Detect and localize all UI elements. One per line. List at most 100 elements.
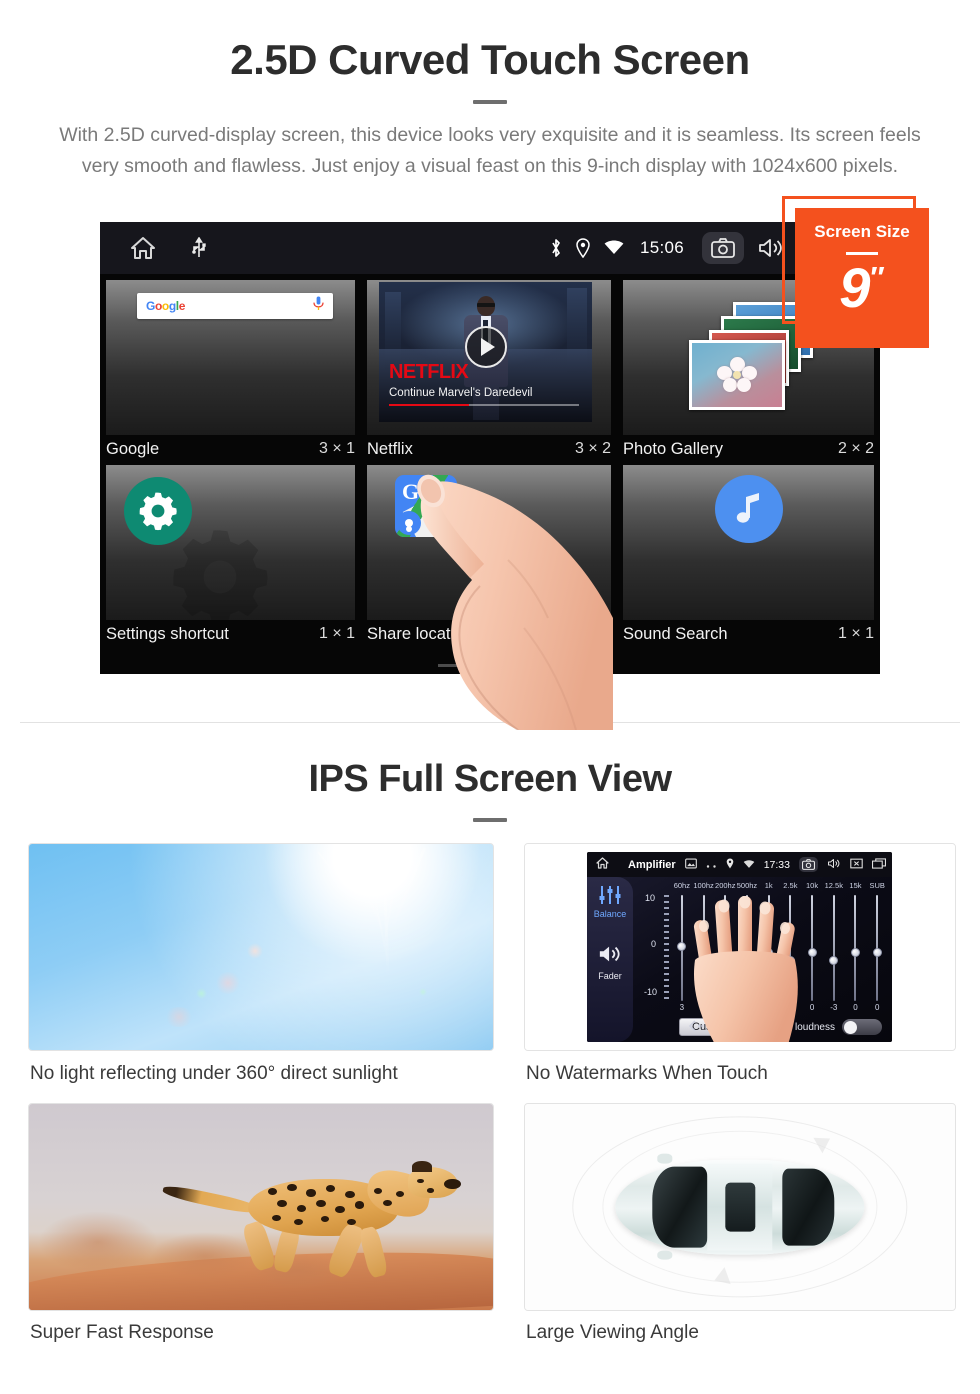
card-cheetah <box>28 1103 494 1311</box>
google-maps-widget-preview: G <box>367 465 611 620</box>
volume-icon[interactable] <box>827 856 841 874</box>
amplifier-equalizer-screenshot: Amplifier 17:33 Balance Fader 60hz 100hz… <box>525 844 955 1050</box>
sunlight-sky-photo <box>29 844 493 1050</box>
widget-size: 3 × 2 <box>574 440 611 457</box>
recent-apps-icon[interactable] <box>871 856 886 874</box>
band-label: 10k <box>806 881 819 890</box>
cheetah-figure <box>161 1160 461 1279</box>
widget-cell-settings-shortcut[interactable]: Settings shortcut 1 × 1 <box>100 465 361 650</box>
page-dot-2[interactable] <box>477 664 503 667</box>
band-label: 200hz <box>715 881 736 890</box>
bluetooth-icon <box>550 238 562 258</box>
status-bar-clock: 15:06 <box>639 238 684 257</box>
mic-icon[interactable] <box>313 296 324 316</box>
settings-gear-icon <box>124 477 192 545</box>
eq-slider-sub[interactable] <box>866 895 888 1001</box>
section-divider <box>20 722 960 723</box>
band-label: 15k <box>849 881 862 890</box>
card-sunlight <box>28 843 494 1051</box>
page-title: 2.5D Curved Touch Screen <box>230 36 750 83</box>
band-label: 60hz <box>673 881 690 890</box>
wifi-icon <box>604 240 624 256</box>
card-caption-amplifier: No Watermarks When Touch <box>526 1063 768 1084</box>
widget-size: 1 × 1 <box>318 625 355 642</box>
screen-size-badge-title: Screen Size <box>814 222 910 241</box>
close-box-icon[interactable] <box>850 856 863 874</box>
home-icon[interactable] <box>596 856 609 874</box>
band-label: SUB <box>869 881 885 890</box>
car-figure <box>615 1153 865 1261</box>
netflix-widget-preview: NETFLIX Continue Marvel's Daredevil <box>367 280 611 435</box>
screen-size-unit: ″ <box>870 261 885 295</box>
band-label: 12.5k <box>824 881 843 890</box>
home-icon[interactable] <box>130 236 156 260</box>
sound-search-widget-preview <box>623 465 874 620</box>
volume-icon[interactable] <box>758 237 784 259</box>
widget-label: Share location <box>367 624 473 643</box>
amplifier-title: Amplifier <box>628 858 676 871</box>
google-logo: Google <box>146 299 185 313</box>
google-maps-icon: G <box>395 475 457 537</box>
touching-hand-illustration <box>683 895 811 1042</box>
eq-slider-12p5k[interactable] <box>823 895 845 1001</box>
google-search-bar[interactable]: Google <box>137 293 333 319</box>
scale-mid: 0 <box>651 939 657 949</box>
card-caption-cheetah: Super Fast Response <box>30 1322 214 1343</box>
band-label: 2.5k <box>783 881 798 890</box>
balance-label[interactable]: Balance <box>587 909 633 919</box>
equalizer-band-labels: 60hz 100hz 200hz 500hz 1k 2.5k 10k 12.5k… <box>671 881 888 893</box>
wifi-icon <box>743 856 755 874</box>
netflix-progress-bar <box>389 403 579 406</box>
amplifier-clock: 17:33 <box>763 858 790 871</box>
scale-top: 10 <box>645 893 656 903</box>
sliders-icon[interactable] <box>599 885 621 910</box>
camera-icon[interactable] <box>798 857 818 872</box>
picture-icon[interactable] <box>684 856 697 874</box>
scale-bottom: -10 <box>644 987 658 997</box>
equalizer-scale: 10 0 -10 <box>644 893 671 1001</box>
widget-label: Photo Gallery <box>623 439 723 458</box>
netflix-continue-text: Continue Marvel's Daredevil <box>389 387 533 399</box>
fader-label[interactable]: Fader <box>587 971 633 981</box>
screen-size-badge: Screen Size 9″ <box>795 208 929 348</box>
camera-icon[interactable] <box>702 232 744 264</box>
amplifier-mode-panel: Balance Fader <box>587 877 633 1042</box>
widget-cell-google[interactable]: Google Google 3 × 1 <box>100 280 361 465</box>
blossom-photo <box>716 357 757 393</box>
card-caption-car: Large Viewing Angle <box>526 1322 699 1343</box>
widget-label: Sound Search <box>623 624 728 643</box>
play-button-icon[interactable] <box>464 326 507 368</box>
card-caption-sunlight: No light reflecting under 360° direct su… <box>30 1063 398 1084</box>
speaker-icon[interactable] <box>598 943 622 970</box>
usb-icon <box>192 237 206 259</box>
eq-slider-15k[interactable] <box>845 895 867 1001</box>
widget-cell-sound-search[interactable]: Sound Search 1 × 1 <box>617 465 880 650</box>
band-label: 500hz <box>736 881 758 890</box>
product-detail-page: 2.5D Curved Touch Screen With 2.5D curve… <box>0 0 980 1394</box>
screen-size-number: 9 <box>839 256 871 319</box>
section2-underline-rule <box>473 818 507 822</box>
netflix-wordmark: NETFLIX <box>389 361 469 383</box>
settings-gear-widget-preview <box>106 465 355 620</box>
title-underline-rule <box>473 100 507 104</box>
card-car <box>524 1103 956 1311</box>
widget-cell-netflix[interactable]: NETFLIX Continue Marvel's Daredevil Netf… <box>361 280 617 465</box>
music-note-icon <box>714 475 783 543</box>
page-indicator[interactable] <box>438 664 542 667</box>
widget-size: 1 × 1 <box>837 625 874 642</box>
widget-size: 3 × 1 <box>318 440 355 457</box>
widget-cell-share-location[interactable]: G Share location 1 × 1 <box>361 465 617 650</box>
page-dot-3-active[interactable] <box>516 664 542 667</box>
widget-size: 1 × 1 <box>574 625 611 642</box>
card-amplifier: Amplifier 17:33 Balance Fader 60hz 100hz… <box>524 843 956 1051</box>
widget-picker-grid: Google Google 3 × 1 NETFLIX Continue Mar… <box>100 274 880 674</box>
widget-label: Netflix <box>367 439 413 458</box>
car-top-view-illustration <box>525 1104 955 1310</box>
loudness-toggle[interactable] <box>842 1019 882 1035</box>
page-dot-1[interactable] <box>438 664 464 667</box>
device-status-bar: 15:06 <box>100 222 880 274</box>
band-label: 100hz <box>693 881 714 890</box>
screen-size-badge-value: 9″ <box>795 260 929 316</box>
android-device-screenshot: 15:06 Google Google 3 × 1 NETFLIX Contin… <box>100 222 880 674</box>
screen-size-badge-rule <box>846 252 878 255</box>
